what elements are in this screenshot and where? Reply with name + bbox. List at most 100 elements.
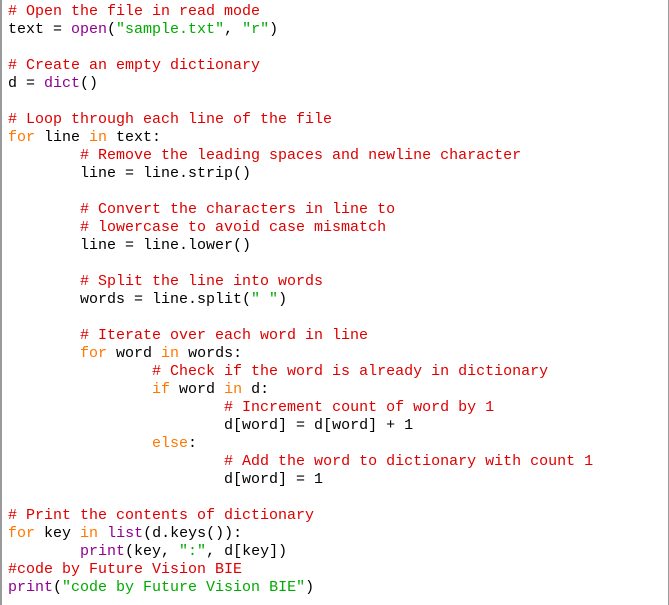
code-line: print("code by Future Vision BIE") (8, 579, 593, 597)
code-text: : (188, 435, 198, 452)
code-comment: # Increment count of word by 1 (224, 399, 495, 416)
code-comment: # Check if the word is already in dictio… (152, 363, 549, 380)
code-line: d[word] = 1 (8, 471, 593, 489)
code-builtin: dict (44, 75, 81, 92)
code-keyword: in (224, 381, 243, 398)
code-text: ) (278, 291, 288, 308)
code-text: ( (53, 579, 63, 596)
code-comment: # Loop through each line of the file (8, 111, 333, 128)
code-line: # Split the line into words (8, 273, 593, 291)
code-text: d[word] = 1 (224, 471, 324, 488)
code-comment: # Open the file in read mode (8, 3, 261, 20)
code-string: " " (251, 291, 279, 308)
code-keyword: in (89, 129, 108, 146)
code-comment: # lowercase to avoid case mismatch (80, 219, 387, 236)
code-keyword: in (80, 525, 99, 542)
code-comment: # Create an empty dictionary (8, 57, 261, 74)
code-comment: # Add the word to dictionary with count … (224, 453, 594, 470)
code-text: d: (242, 381, 270, 398)
code-text: () (80, 75, 99, 92)
code-line: # lowercase to avoid case mismatch (8, 219, 593, 237)
code-keyword: for (8, 129, 36, 146)
code-line: # Iterate over each word in line (8, 327, 593, 345)
code-line: # Check if the word is already in dictio… (8, 363, 593, 381)
code-keyword: if (152, 381, 171, 398)
code-line: d[word] = d[word] + 1 (8, 417, 593, 435)
code-comment: # Split the line into words (80, 273, 324, 290)
code-comment: # Print the contents of dictionary (8, 507, 315, 524)
code-text: word (170, 381, 225, 398)
code-builtin: print (80, 543, 126, 560)
code-text-area[interactable]: # Open the file in read mode text = open(… (8, 3, 593, 597)
code-string: "code by Future Vision BIE" (62, 579, 306, 596)
code-builtin: open (71, 21, 108, 38)
code-line: # Remove the leading spaces and newline … (8, 147, 593, 165)
code-line: # Create an empty dictionary (8, 57, 593, 75)
code-string: "r" (242, 21, 270, 38)
code-text: d = (8, 75, 45, 92)
code-text: line = line.strip() (80, 165, 252, 182)
code-comment: # Remove the leading spaces and newline … (80, 147, 522, 164)
code-line: line = line.lower() (8, 237, 593, 255)
code-line: line = line.strip() (8, 165, 593, 183)
code-text: word (107, 345, 162, 362)
code-line: #code by Future Vision BIE (8, 561, 593, 579)
code-line: if word in d: (8, 381, 593, 399)
code-line: # Add the word to dictionary with count … (8, 453, 593, 471)
code-comment: # Convert the characters in line to (80, 201, 396, 218)
code-line: d = dict() (8, 75, 593, 93)
code-line: for word in words: (8, 345, 593, 363)
code-text: text = (8, 21, 72, 38)
code-text: (d.keys()): (143, 525, 243, 542)
code-line: # Loop through each line of the file (8, 111, 593, 129)
code-text: (key, (125, 543, 180, 560)
code-builtin: print (8, 579, 54, 596)
code-text: ( (107, 21, 117, 38)
code-line: # Convert the characters in line to (8, 201, 593, 219)
code-keyword: in (161, 345, 180, 362)
code-text: ) (305, 579, 315, 596)
code-line: print(key, ":", d[key]) (8, 543, 593, 561)
code-keyword: else (152, 435, 189, 452)
code-line: # Increment count of word by 1 (8, 399, 593, 417)
code-line: words = line.split(" ") (8, 291, 593, 309)
code-text: , d[key]) (206, 543, 288, 560)
code-line: else: (8, 435, 593, 453)
code-text: words = line.split( (80, 291, 252, 308)
code-line: text = open("sample.txt", "r") (8, 21, 593, 39)
code-string: "sample.txt" (116, 21, 225, 38)
code-builtin: list (107, 525, 144, 542)
code-text: key (35, 525, 81, 542)
code-string: ":" (179, 543, 207, 560)
code-editor[interactable]: # Open the file in read mode text = open(… (0, 0, 669, 605)
code-text: text: (107, 129, 162, 146)
code-text: , (224, 21, 243, 38)
code-text: line = line.lower() (80, 237, 252, 254)
code-keyword: for (80, 345, 108, 362)
code-text: words: (179, 345, 243, 362)
code-line: # Print the contents of dictionary (8, 507, 593, 525)
code-text: d[word] = d[word] + 1 (224, 417, 414, 434)
